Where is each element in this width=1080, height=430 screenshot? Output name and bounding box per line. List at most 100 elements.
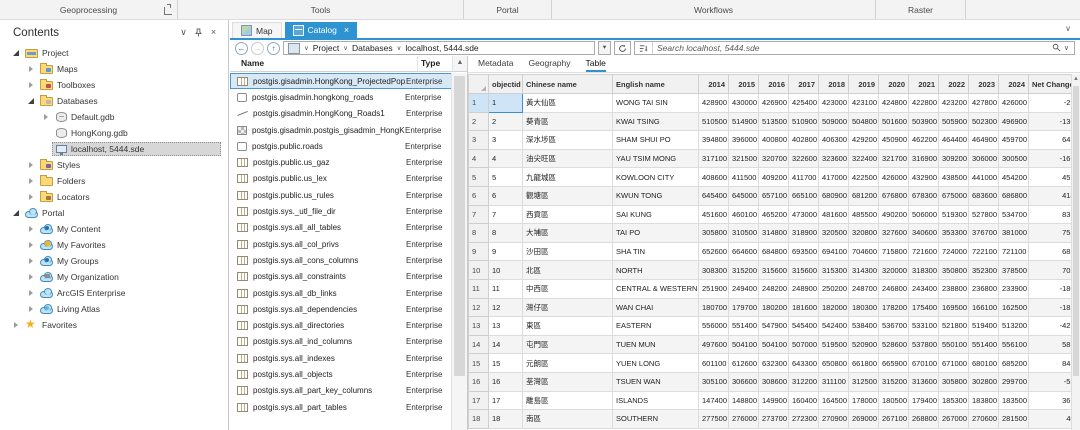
table-scrollbar[interactable]: ▲	[1071, 74, 1080, 430]
row-number[interactable]: 16	[469, 372, 489, 391]
up-one-level-button[interactable]	[267, 42, 280, 55]
table-cell[interactable]: 273700	[759, 410, 789, 429]
type-column-header[interactable]: Type	[418, 56, 452, 71]
table-cell[interactable]: 645000	[729, 186, 759, 205]
table-cell[interactable]: 394800	[699, 131, 729, 150]
table-cell[interactable]: 308300	[699, 261, 729, 280]
table-cell[interactable]: 315200	[879, 372, 909, 391]
table-cell[interactable]: 513500	[759, 112, 789, 131]
table-cell[interactable]: 179400	[909, 391, 939, 410]
table-cell[interactable]: 537800	[909, 335, 939, 354]
row-number[interactable]: 17	[469, 391, 489, 410]
row-number[interactable]: 6	[469, 186, 489, 205]
table-cell[interactable]: 178000	[849, 391, 879, 410]
table-cell[interactable]: 320800	[849, 224, 879, 243]
tree-item-toolboxes[interactable]: Toolboxes	[0, 77, 228, 93]
table-cell[interactable]: 520900	[849, 335, 879, 354]
table-cell[interactable]: 519500	[819, 335, 849, 354]
table-cell[interactable]: 180200	[759, 298, 789, 317]
table-cell[interactable]: YAU TSIM MONG	[613, 149, 699, 168]
scroll-up-arrow-icon[interactable]: ▲	[452, 56, 467, 71]
table-cell[interactable]: 665100	[789, 186, 819, 205]
table-cell[interactable]: 305800	[699, 224, 729, 243]
table-cell[interactable]: 元朗區	[523, 354, 613, 373]
table-cell[interactable]: 665900	[879, 354, 909, 373]
row-number[interactable]: 18	[469, 410, 489, 429]
table-cell[interactable]: 683600	[969, 186, 999, 205]
row-number[interactable]: 2	[469, 112, 489, 131]
table-cell[interactable]: 426000	[879, 168, 909, 187]
table-cell[interactable]: 169500	[939, 298, 969, 317]
chevron-down-icon[interactable]: ∨	[397, 44, 402, 52]
table-cell[interactable]: 321500	[729, 149, 759, 168]
table-cell[interactable]: 424800	[879, 94, 909, 113]
table-cell[interactable]: KWAI TSING	[613, 112, 699, 131]
table-cell[interactable]: 油尖旺區	[523, 149, 613, 168]
row-number[interactable]: 10	[469, 261, 489, 280]
column-header-2016[interactable]: 2016	[759, 75, 789, 94]
table-cell[interactable]: WAN CHAI	[613, 298, 699, 317]
table-cell[interactable]: EASTERN	[613, 317, 699, 336]
list-item[interactable]: postgis.sys._utl_file_dirEnterprise	[230, 203, 452, 219]
table-cell[interactable]: 16	[489, 372, 523, 391]
table-cell[interactable]: 643300	[789, 354, 819, 373]
column-header-2014[interactable]: 2014	[699, 75, 729, 94]
table-cell[interactable]: 320500	[819, 224, 849, 243]
table-cell[interactable]: 314800	[759, 224, 789, 243]
table-cell[interactable]: 164500	[819, 391, 849, 410]
table-cell[interactable]: 519300	[939, 205, 969, 224]
row-number[interactable]: 14	[469, 335, 489, 354]
table-cell[interactable]: 268800	[909, 410, 939, 429]
table-cell[interactable]: 323600	[819, 149, 849, 168]
table-cell[interactable]: 538400	[849, 317, 879, 336]
table-cell[interactable]: 505900	[939, 112, 969, 131]
table-cell[interactable]: 11	[489, 279, 523, 298]
table-cell[interactable]: 大埔區	[523, 224, 613, 243]
table-cell[interactable]: 236800	[969, 279, 999, 298]
column-header-net-change[interactable]: Net Change	[1029, 75, 1073, 94]
table-cell[interactable]: 601100	[699, 354, 729, 373]
table-cell[interactable]: 321700	[879, 149, 909, 168]
list-item[interactable]: postgis.sys.all_col_privsEnterprise	[230, 236, 452, 252]
column-header-2018[interactable]: 2018	[819, 75, 849, 94]
table-cell[interactable]: 302800	[969, 372, 999, 391]
table-cell[interactable]: 182000	[819, 298, 849, 317]
table-cell[interactable]: 685200	[999, 354, 1029, 373]
table-cell[interactable]: 551400	[969, 335, 999, 354]
table-cell[interactable]: 462200	[909, 131, 939, 150]
table-cell[interactable]: 432900	[909, 168, 939, 187]
table-cell[interactable]: 422500	[849, 168, 879, 187]
tree-item-maps[interactable]: Maps	[0, 61, 228, 77]
table-cell[interactable]: 320000	[879, 261, 909, 280]
table-cell[interactable]: 315300	[819, 261, 849, 280]
list-item[interactable]: postgis.gisadmin.hongkong_roadsEnterpris…	[230, 89, 452, 105]
row-number[interactable]: 5	[469, 168, 489, 187]
table-cell[interactable]: 83100	[1029, 205, 1073, 224]
tree-item-project[interactable]: Project	[0, 45, 228, 61]
table-cell[interactable]: 507000	[789, 335, 819, 354]
tree-item-my-content[interactable]: My Content	[0, 221, 228, 237]
table-cell[interactable]: 510900	[789, 112, 819, 131]
column-header-2023[interactable]: 2023	[969, 75, 999, 94]
table-cell[interactable]: 423100	[849, 94, 879, 113]
table-cell[interactable]: 6	[489, 186, 523, 205]
table-cell[interactable]: 149900	[759, 391, 789, 410]
table-cell[interactable]: 64900	[1029, 131, 1073, 150]
table-cell[interactable]: -18200	[1029, 298, 1073, 317]
table-cell[interactable]: WONG TAI SIN	[613, 94, 699, 113]
table-cell[interactable]: 721100	[999, 242, 1029, 261]
tree-item-my-organization[interactable]: My Organization	[0, 269, 228, 285]
breadcrumb-segment-databases[interactable]: Databases	[352, 43, 393, 53]
tree-item-localhost-5444-sde[interactable]: localhost, 5444.sde	[0, 141, 228, 157]
expander-expanded-icon[interactable]	[11, 48, 22, 59]
table-cell[interactable]: 2	[489, 112, 523, 131]
table-cell[interactable]: 4000	[1029, 410, 1073, 429]
table-cell[interactable]: 502300	[969, 112, 999, 131]
table-cell[interactable]: 664600	[729, 242, 759, 261]
table-cell[interactable]: 314300	[849, 261, 879, 280]
table-cell[interactable]: NORTH	[613, 261, 699, 280]
table-cell[interactable]: 灣仔區	[523, 298, 613, 317]
table-cell[interactable]: 148800	[729, 391, 759, 410]
table-cell[interactable]: 15	[489, 354, 523, 373]
table-cell[interactable]: 272300	[789, 410, 819, 429]
